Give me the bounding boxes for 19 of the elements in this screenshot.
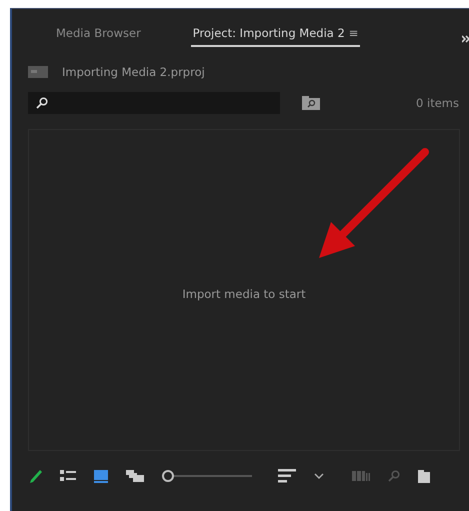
sort-icon[interactable] — [278, 469, 296, 483]
search-field[interactable] — [28, 92, 280, 114]
bin-icon — [28, 66, 48, 78]
folder-search-icon[interactable] — [302, 96, 320, 110]
freeform-view-button[interactable] — [126, 470, 144, 482]
double-chevron-icon[interactable] — [462, 35, 469, 43]
pencil-icon[interactable] — [30, 469, 42, 483]
chevron-down-icon[interactable] — [314, 472, 324, 480]
zoom-slider[interactable] — [162, 470, 252, 482]
panel-tab[interactable]: Project: Importing Media 2 ≡ — [190, 26, 360, 47]
slider-thumb[interactable] — [162, 470, 174, 482]
icon-view-button[interactable] — [94, 470, 108, 482]
list-view-button[interactable] — [60, 470, 76, 482]
panel-tab[interactable]: Media Browser — [54, 26, 143, 47]
empty-message: Import media to start — [182, 287, 306, 301]
search-icon — [36, 97, 48, 109]
item-count: 0 items — [416, 96, 459, 110]
project-name: Importing Media 2.prproj — [62, 65, 205, 79]
folder-icon[interactable] — [418, 470, 430, 482]
